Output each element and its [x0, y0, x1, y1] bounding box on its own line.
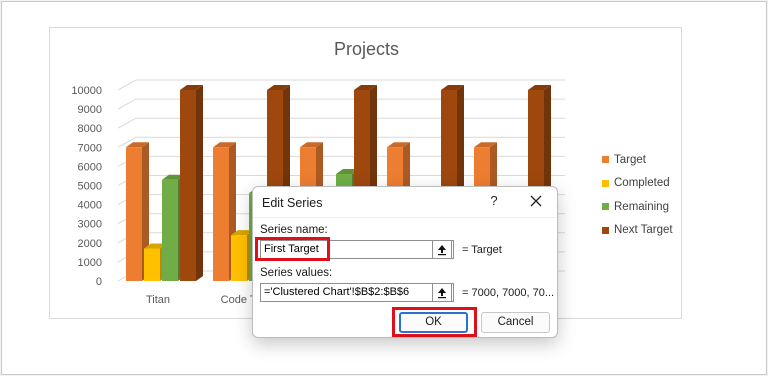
y-tick-label: 0 [96, 276, 102, 288]
y-tick-label: 1000 [78, 257, 102, 269]
y-tick-label: 10000 [71, 85, 102, 97]
series-values-collapse-button[interactable] [432, 283, 452, 302]
y-tick-label: 9000 [78, 104, 102, 116]
y-tick-label: 8000 [78, 123, 102, 135]
y-tick-label: 6000 [78, 161, 102, 173]
y-tick-label: 7000 [78, 142, 102, 154]
legend-swatch [602, 226, 609, 234]
bar-next-target [180, 85, 203, 281]
y-tick-label: 5000 [78, 181, 102, 193]
ok-button[interactable]: OK [399, 312, 468, 333]
legend-label: Completed [614, 177, 670, 190]
series-values-field[interactable]: ='Clustered Chart'!$B$2:$B$6 [260, 283, 454, 302]
y-tick-label: 4000 [78, 200, 102, 212]
x-tick-label: Titan [146, 294, 170, 306]
edit-series-dialog: Edit Series ? Series name: First Target … [252, 186, 558, 338]
legend-label: Target [614, 153, 646, 166]
series-name-label: Series name: [260, 224, 328, 236]
legend-item: Remaining [602, 195, 673, 219]
legend-swatch [602, 203, 609, 211]
series-values-label: Series values: [260, 267, 333, 279]
chart-legend: Target Completed Remaining Next Target [602, 148, 673, 242]
series-name-result: = Target [462, 244, 502, 256]
legend-item: Target [602, 148, 673, 172]
series-name-collapse-button[interactable] [432, 240, 452, 259]
dialog-title: Edit Series [262, 196, 323, 210]
legend-label: Remaining [614, 200, 669, 213]
y-tick-label: 3000 [78, 219, 102, 231]
legend-item: Next Target [602, 219, 673, 243]
legend-swatch [602, 179, 609, 187]
cancel-button[interactable]: Cancel [481, 312, 550, 333]
dialog-divider [253, 217, 557, 218]
series-values-result: = 7000, 7000, 70... [462, 287, 555, 299]
series-name-field[interactable]: First Target [260, 240, 454, 259]
y-tick-label: 2000 [78, 238, 102, 250]
legend-swatch [602, 156, 609, 164]
legend-item: Completed [602, 172, 673, 196]
legend-label: Next Target [614, 224, 673, 237]
help-button[interactable]: ? [487, 193, 501, 211]
close-icon[interactable] [527, 192, 545, 210]
collapse-dialog-icon [438, 288, 446, 299]
collapse-dialog-icon [438, 245, 446, 256]
